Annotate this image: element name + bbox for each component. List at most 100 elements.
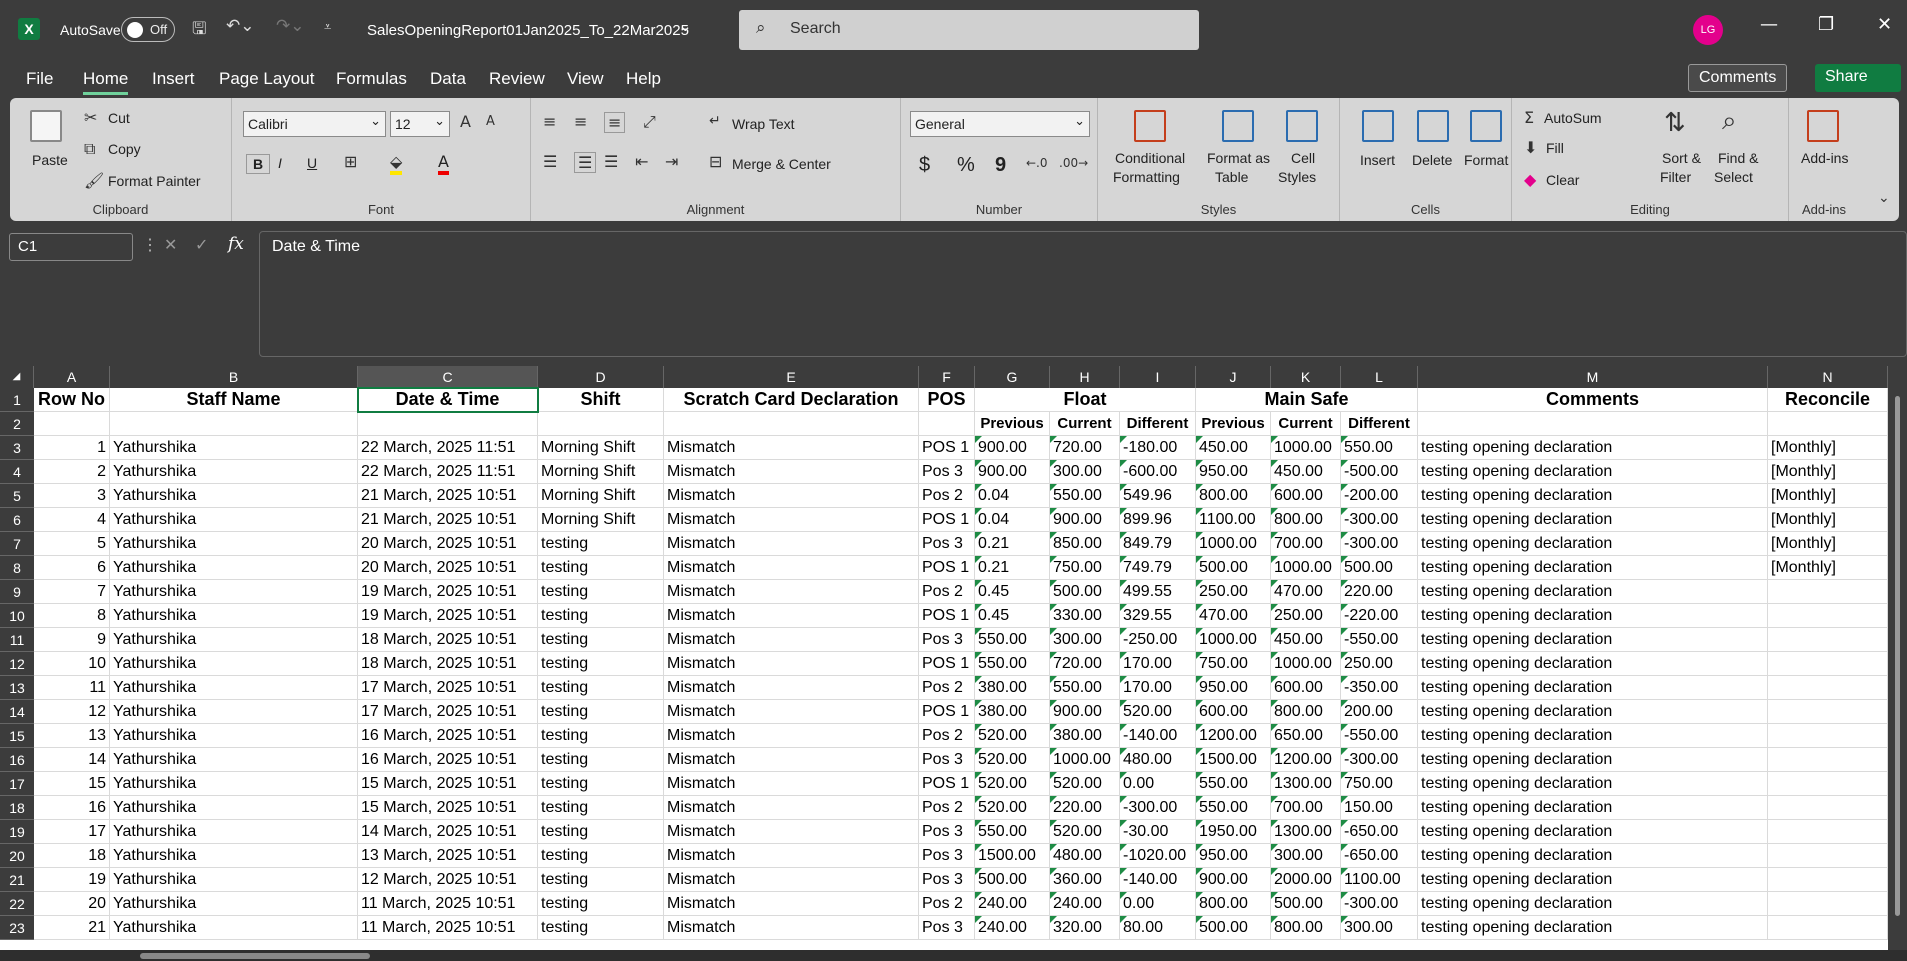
table-cell[interactable]: 500.00 <box>1050 580 1120 604</box>
table-cell[interactable]: 20 March, 2025 10:51 <box>358 556 538 580</box>
table-cell[interactable]: testing <box>538 868 664 892</box>
table-cell[interactable]: 320.00 <box>1050 916 1120 940</box>
table-cell[interactable]: Yathurshika <box>110 460 358 484</box>
table-cell[interactable]: Pos 3 <box>919 844 975 868</box>
cut-button[interactable]: Cut <box>108 110 130 126</box>
tab-view[interactable]: View <box>567 69 604 89</box>
table-cell[interactable]: testing opening declaration <box>1418 532 1768 556</box>
table-cell[interactable]: 700.00 <box>1271 532 1341 556</box>
table-cell[interactable]: 7 <box>34 580 110 604</box>
name-box[interactable]: C1 <box>9 233 133 261</box>
table-cell[interactable]: -300.00 <box>1341 532 1418 556</box>
table-cell[interactable]: testing <box>538 892 664 916</box>
sort-filter-icon[interactable]: ⇅ <box>1664 108 1686 138</box>
underline-button[interactable]: U <box>307 155 317 171</box>
column-header-c[interactable]: C <box>358 366 538 388</box>
table-cell[interactable]: 550.00 <box>1050 484 1120 508</box>
table-cell[interactable]: 20 March, 2025 10:51 <box>358 532 538 556</box>
table-cell[interactable] <box>1768 844 1888 868</box>
column-header-l[interactable]: L <box>1341 366 1418 388</box>
borders-icon[interactable]: ⊞ <box>344 152 357 171</box>
table-cell[interactable]: 480.00 <box>1050 844 1120 868</box>
clear-button[interactable]: Clear <box>1546 172 1579 188</box>
column-header-k[interactable]: K <box>1271 366 1341 388</box>
table-cell[interactable]: 750.00 <box>1341 772 1418 796</box>
table-cell[interactable]: -300.00 <box>1341 748 1418 772</box>
table-cell[interactable]: 4 <box>34 508 110 532</box>
empty-cell[interactable] <box>110 412 358 436</box>
table-cell[interactable]: 450.00 <box>1271 628 1341 652</box>
table-cell[interactable]: 18 <box>34 844 110 868</box>
row-header[interactable]: 4 <box>0 460 34 484</box>
empty-cell[interactable] <box>664 412 919 436</box>
table-cell[interactable]: 0.21 <box>975 532 1050 556</box>
align-right-icon[interactable]: ☰ <box>604 152 618 171</box>
table-cell[interactable]: testing <box>538 700 664 724</box>
table-cell[interactable]: 22 March, 2025 11:51 <box>358 460 538 484</box>
find-select-icon[interactable]: ⌕ <box>1722 106 1737 137</box>
table-cell[interactable]: testing opening declaration <box>1418 580 1768 604</box>
table-cell[interactable]: Pos 2 <box>919 580 975 604</box>
table-cell[interactable]: -250.00 <box>1120 628 1196 652</box>
table-cell[interactable]: testing <box>538 676 664 700</box>
table-cell[interactable]: testing opening declaration <box>1418 484 1768 508</box>
table-cell[interactable]: 520.00 <box>1050 820 1120 844</box>
table-cell[interactable]: 900.00 <box>975 436 1050 460</box>
table-cell[interactable]: 19 March, 2025 10:51 <box>358 580 538 604</box>
table-cell[interactable]: Mismatch <box>664 436 919 460</box>
column-header-b[interactable]: B <box>110 366 358 388</box>
table-cell[interactable]: 500.00 <box>1341 556 1418 580</box>
insert-cells-icon[interactable] <box>1362 110 1394 142</box>
table-cell[interactable]: 950.00 <box>1196 676 1271 700</box>
table-cell[interactable]: Pos 2 <box>919 484 975 508</box>
table-cell[interactable]: 800.00 <box>1271 916 1341 940</box>
table-cell[interactable]: -30.00 <box>1120 820 1196 844</box>
subheader-cell[interactable]: Previous <box>1196 412 1271 436</box>
table-cell[interactable]: 22 March, 2025 11:51 <box>358 436 538 460</box>
table-cell[interactable]: 3 <box>34 484 110 508</box>
table-cell[interactable]: testing opening declaration <box>1418 916 1768 940</box>
table-cell[interactable]: 11 <box>34 676 110 700</box>
collapse-ribbon-icon[interactable]: ⌄ <box>1878 190 1890 206</box>
table-cell[interactable]: 0.45 <box>975 604 1050 628</box>
column-header-i[interactable]: I <box>1120 366 1196 388</box>
file-name-chevron-icon[interactable]: ⌄ <box>679 17 692 35</box>
spreadsheet-grid[interactable]: ◢ A B C D E F G H I J K L M N 1 2 3 4 5 6 7 8 9 10 11 12 13 14 15 16 1… <box>0 366 1888 950</box>
select-all-corner[interactable]: ◢ <box>0 366 34 388</box>
fill-color-icon[interactable]: ⬙ <box>390 152 403 175</box>
table-cell[interactable]: 749.79 <box>1120 556 1196 580</box>
table-cell[interactable]: testing opening declaration <box>1418 652 1768 676</box>
table-cell[interactable] <box>1768 868 1888 892</box>
table-cell[interactable]: 0.00 <box>1120 772 1196 796</box>
tab-data[interactable]: Data <box>430 69 466 89</box>
table-cell[interactable]: 15 March, 2025 10:51 <box>358 772 538 796</box>
tab-review[interactable]: Review <box>489 69 545 89</box>
formula-input[interactable]: Date & Time <box>259 231 1907 357</box>
table-cell[interactable]: 21 March, 2025 10:51 <box>358 484 538 508</box>
table-cell[interactable]: 1950.00 <box>1196 820 1271 844</box>
row-header[interactable]: 12 <box>0 652 34 676</box>
empty-cell[interactable] <box>358 412 538 436</box>
table-cell[interactable]: testing opening declaration <box>1418 604 1768 628</box>
table-cell[interactable]: 12 March, 2025 10:51 <box>358 868 538 892</box>
table-cell[interactable]: 750.00 <box>1196 652 1271 676</box>
table-cell[interactable]: Yathurshika <box>110 604 358 628</box>
table-cell[interactable]: 450.00 <box>1271 460 1341 484</box>
table-cell[interactable]: [Monthly] <box>1768 508 1888 532</box>
paste-icon[interactable] <box>30 110 62 142</box>
table-cell[interactable]: testing opening declaration <box>1418 628 1768 652</box>
table-cell[interactable]: 2000.00 <box>1271 868 1341 892</box>
table-cell[interactable]: testing opening declaration <box>1418 676 1768 700</box>
header-reconcile[interactable]: Reconcile <box>1768 388 1888 412</box>
header-date-time[interactable]: Date & Time <box>358 388 538 412</box>
empty-cell[interactable] <box>1418 412 1768 436</box>
table-cell[interactable]: 19 March, 2025 10:51 <box>358 604 538 628</box>
find-select-button[interactable]: Find & <box>1718 150 1758 166</box>
header-row-no[interactable]: Row No <box>34 388 110 412</box>
table-cell[interactable]: 550.00 <box>975 628 1050 652</box>
table-cell[interactable]: 900.00 <box>1196 868 1271 892</box>
italic-button[interactable]: I <box>278 155 282 171</box>
number-format-select[interactable]: General <box>910 109 1090 137</box>
column-header-j[interactable]: J <box>1196 366 1271 388</box>
table-cell[interactable]: -300.00 <box>1341 892 1418 916</box>
